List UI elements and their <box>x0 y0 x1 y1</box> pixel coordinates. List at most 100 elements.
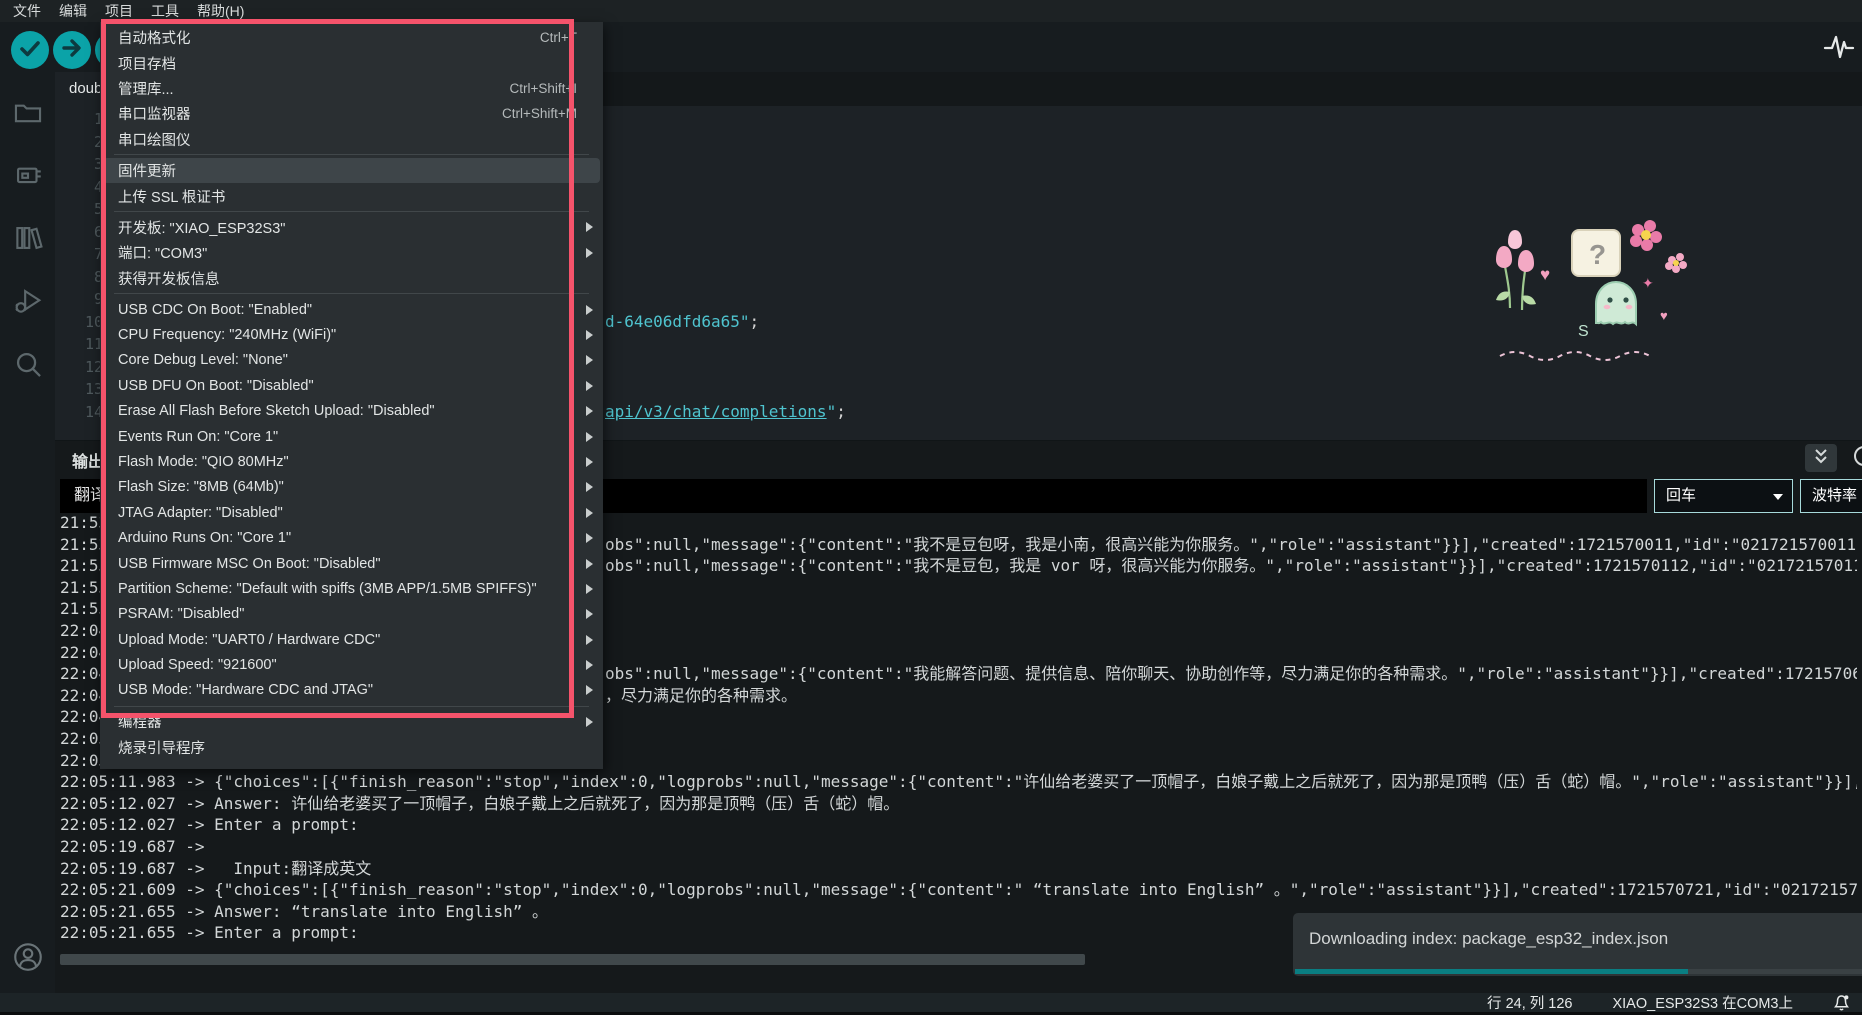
menu-item-10[interactable]: 端口: "COM3" <box>100 240 603 265</box>
menu-item-25[interactable]: PSRAM: "Disabled" <box>100 602 603 627</box>
sidebar-item-sketchbook[interactable] <box>11 95 45 129</box>
menu-item-label: Upload Speed: "921600" <box>118 657 277 673</box>
horizontal-scrollbar-thumb[interactable] <box>60 954 1085 965</box>
menu-item-label: USB Firmware MSC On Boot: "Disabled" <box>118 556 381 572</box>
menu-item-22[interactable]: Arduino Runs On: "Core 1" <box>100 525 603 550</box>
menu-item-14[interactable]: CPU Frequency: "240MHz (WiFi)" <box>100 322 603 347</box>
notification-bell-icon[interactable] <box>1833 994 1850 1012</box>
log-line-fragment: ，尽力满足你的各种需求。 <box>605 685 797 707</box>
progress-bar <box>1295 969 1688 974</box>
menu-item-shortcut: Ctrl+T <box>540 30 577 45</box>
serial-plotter-icon[interactable] <box>1822 32 1856 62</box>
menu-item-27[interactable]: Upload Speed: "921600" <box>100 652 603 677</box>
cursor-position[interactable]: 行 24, 列 126 <box>1487 992 1572 1013</box>
double-chevron-down-icon <box>1811 447 1831 470</box>
menu-separator <box>114 293 589 294</box>
menu-separator <box>114 706 589 707</box>
menu-item-label: Upload Mode: "UART0 / Hardware CDC" <box>118 632 380 648</box>
menu-item-label: USB DFU On Boot: "Disabled" <box>118 378 314 394</box>
menu-item-21[interactable]: JTAG Adapter: "Disabled" <box>100 500 603 525</box>
account-icon <box>11 961 45 978</box>
menu-item-label: Flash Size: "8MB (64Mb)" <box>118 479 284 495</box>
menubar: 文件编辑项目工具帮助(H) <box>0 0 1862 22</box>
log-line: 22:05:12.027 -> Answer: 许仙给老婆买了一顶帽子，白娘子戴… <box>60 793 1857 815</box>
line-ending-select[interactable]: 回车 <box>1654 479 1793 513</box>
menu-item-26[interactable]: Upload Mode: "UART0 / Hardware CDC" <box>100 627 603 652</box>
notification-toast: Downloading index: package_esp32_index.j… <box>1293 913 1862 976</box>
clock-icon <box>1852 444 1862 473</box>
menu-separator <box>114 211 589 212</box>
menubar-item-文件[interactable]: 文件 <box>4 0 50 22</box>
menu-item-label: 开发板: "XIAO_ESP32S3" <box>118 217 285 238</box>
menubar-item-项目[interactable]: 项目 <box>96 0 142 22</box>
account-button[interactable] <box>11 940 45 974</box>
menu-item-label: USB Mode: "Hardware CDC and JTAG" <box>118 682 373 698</box>
svg-text:♥: ♥ <box>1540 265 1550 284</box>
menu-item-16[interactable]: USB DFU On Boot: "Disabled" <box>100 373 603 398</box>
check-icon <box>11 29 49 72</box>
menu-item-label: Core Debug Level: "None" <box>118 352 288 368</box>
progress-track <box>1295 969 1862 974</box>
menu-item-label: 串口绘图仪 <box>118 129 191 150</box>
menu-item-0[interactable]: 自动格式化Ctrl+T <box>100 25 603 50</box>
menu-item-31[interactable]: 烧录引导程序 <box>100 735 603 760</box>
menu-item-label: USB CDC On Boot: "Enabled" <box>118 302 312 318</box>
menu-item-label: 上传 SSL 根证书 <box>118 186 225 207</box>
menu-item-label: JTAG Adapter: "Disabled" <box>118 505 283 521</box>
search-icon <box>11 368 45 385</box>
menu-item-shortcut: Ctrl+Shift+M <box>502 106 577 121</box>
menu-item-17[interactable]: Erase All Flash Before Sketch Upload: "D… <box>100 398 603 423</box>
tools-menu: 自动格式化Ctrl+T项目存档管理库...Ctrl+Shift+I串口监视器Ct… <box>100 22 603 769</box>
menu-item-15[interactable]: Core Debug Level: "None" <box>100 348 603 373</box>
menubar-item-帮助(H)[interactable]: 帮助(H) <box>188 0 253 22</box>
menu-item-label: Events Run On: "Core 1" <box>118 429 278 445</box>
sidebar-item-boards-manager[interactable] <box>11 158 45 192</box>
menu-item-7[interactable]: 上传 SSL 根证书 <box>100 183 603 208</box>
code-fragment-line-10: d-64e06dfd6a65"; <box>605 311 759 334</box>
menu-item-label: Flash Mode: "QIO 80MHz" <box>118 454 289 470</box>
menu-item-9[interactable]: 开发板: "XIAO_ESP32S3" <box>100 215 603 240</box>
svg-text:♥: ♥ <box>1660 308 1668 323</box>
upload-button[interactable] <box>53 31 91 69</box>
menu-item-18[interactable]: Events Run On: "Core 1" <box>100 424 603 449</box>
menu-item-label: 烧录引导程序 <box>118 737 205 758</box>
menu-item-2[interactable]: 管理库...Ctrl+Shift+I <box>100 76 603 101</box>
menu-item-label: 编程器 <box>118 711 162 732</box>
sidebar-item-debug[interactable] <box>11 284 45 318</box>
menu-item-3[interactable]: 串口监视器Ctrl+Shift+M <box>100 101 603 126</box>
log-line-fragment: obs":null,"message":{"content":"我不是豆包呀，我… <box>605 534 1857 556</box>
sidebar-item-search[interactable] <box>11 347 45 381</box>
menu-item-4[interactable]: 串口绘图仪 <box>100 127 603 152</box>
menu-item-11[interactable]: 获得开发板信息 <box>100 266 603 291</box>
code-fragment-line-14: api/v3/chat/completions"; <box>605 401 846 424</box>
menu-item-24[interactable]: Partition Scheme: "Default with spiffs (… <box>100 576 603 601</box>
menu-item-28[interactable]: USB Mode: "Hardware CDC and JTAG" <box>100 678 603 703</box>
svg-text:S: S <box>1578 323 1589 340</box>
menu-item-1[interactable]: 项目存档 <box>100 50 603 75</box>
menu-item-30[interactable]: 编程器 <box>100 709 603 734</box>
menu-item-23[interactable]: USB Firmware MSC On Boot: "Disabled" <box>100 551 603 576</box>
menu-item-label: Partition Scheme: "Default with spiffs (… <box>118 581 537 597</box>
menubar-item-编辑[interactable]: 编辑 <box>50 0 96 22</box>
log-line: 22:05:21.609 -> {"choices":[{"finish_rea… <box>60 879 1857 901</box>
menu-item-label: Arduino Runs On: "Core 1" <box>118 530 291 546</box>
log-line: 22:05:19.687 -> Input:翻译成英文 <box>60 858 1857 880</box>
board-port-status[interactable]: XIAO_ESP32S3 在COM3上 <box>1612 992 1793 1013</box>
timestamp-toggle-button[interactable] <box>1848 444 1862 472</box>
sidebar <box>0 72 55 993</box>
menu-item-13[interactable]: USB CDC On Boot: "Enabled" <box>100 297 603 322</box>
menu-item-label: 管理库... <box>118 78 174 99</box>
menubar-item-工具[interactable]: 工具 <box>142 0 188 22</box>
menu-separator <box>114 154 589 155</box>
menu-item-6[interactable]: 固件更新 <box>103 158 600 183</box>
log-line: 22:05:11.983 -> {"choices":[{"finish_rea… <box>60 771 1857 793</box>
library-icon <box>11 242 45 259</box>
verify-button[interactable] <box>11 31 49 69</box>
sidebar-item-library-manager[interactable] <box>11 221 45 255</box>
svg-text:?: ? <box>1589 239 1606 270</box>
menu-item-19[interactable]: Flash Mode: "QIO 80MHz" <box>100 449 603 474</box>
menu-item-label: PSRAM: "Disabled" <box>118 606 244 622</box>
menu-item-20[interactable]: Flash Size: "8MB (64Mb)" <box>100 475 603 500</box>
collapse-panel-button[interactable] <box>1805 444 1837 472</box>
baud-rate-select[interactable]: 波特率 115200 <box>1800 479 1862 513</box>
